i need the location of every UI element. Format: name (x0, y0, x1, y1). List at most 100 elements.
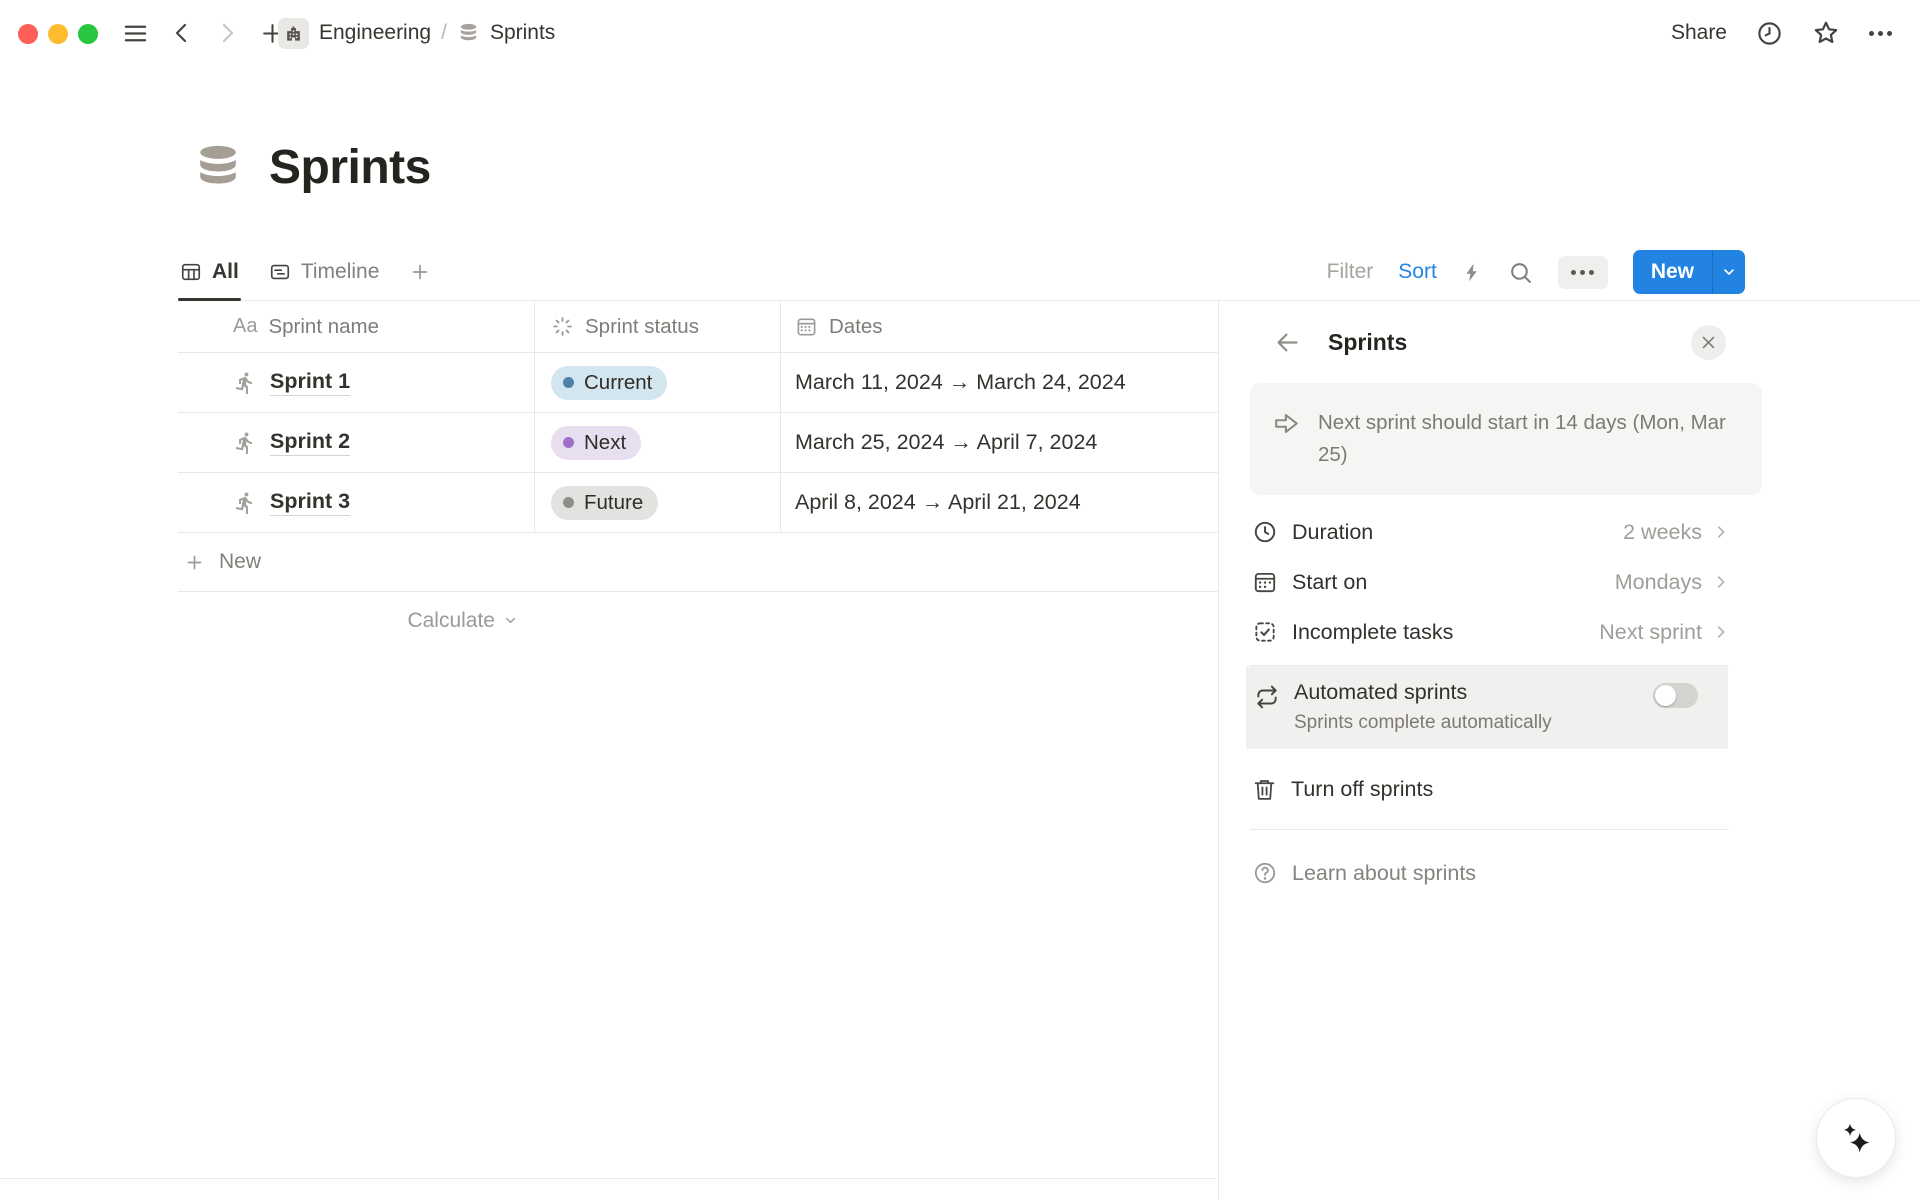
database-icon (457, 22, 480, 45)
status-dot (563, 437, 574, 448)
back-arrow-icon[interactable] (1274, 329, 1301, 356)
sprints-settings-panel: Sprints Next sprint should start in 14 d… (1218, 301, 1920, 1200)
next-sprint-notice: Next sprint should start in 14 days (Mon… (1250, 383, 1762, 495)
table-row: Sprint 1 Current March 11, 2024 → March … (178, 353, 1218, 413)
back-chevron-icon[interactable] (170, 21, 194, 45)
breadcrumb-workspace[interactable]: Engineering (319, 21, 431, 45)
text-type-icon: Aa (233, 315, 257, 338)
status-badge: Future (551, 486, 658, 520)
sidebar-menu-icon[interactable] (122, 20, 149, 47)
breadcrumb: Engineering / Sprints (278, 0, 555, 66)
view-options-icon[interactable] (1558, 256, 1608, 289)
column-header-dates[interactable]: Dates (780, 301, 1218, 352)
status-label: Current (584, 371, 652, 395)
column-header-sprint-name[interactable]: Aa Sprint name (178, 301, 534, 352)
column-label: Dates (829, 315, 883, 339)
search-icon[interactable] (1508, 260, 1533, 285)
table-view-icon (180, 261, 202, 283)
setting-value: 2 weeks (1623, 520, 1702, 545)
updates-clock-icon[interactable] (1756, 20, 1783, 47)
database-icon[interactable] (192, 142, 244, 194)
share-button[interactable]: Share (1671, 21, 1727, 45)
sprint-name-link[interactable]: Sprint 1 (270, 369, 350, 396)
close-icon[interactable] (1691, 325, 1726, 360)
titlebar-actions: Share (1671, 0, 1892, 66)
setting-duration[interactable]: Duration 2 weeks (1250, 507, 1762, 557)
zoom-window-button[interactable] (78, 24, 98, 44)
running-person-icon (233, 491, 257, 515)
breadcrumb-separator: / (441, 21, 447, 45)
date-range: March 11, 2024 → March 24, 2024 (795, 370, 1126, 395)
lightning-icon[interactable] (1462, 261, 1483, 284)
table-header-row: Aa Sprint name Sprint status Dates (178, 301, 1218, 353)
sprint-name-link[interactable]: Sprint 3 (270, 489, 350, 516)
turn-off-sprints-button[interactable]: Turn off sprints (1250, 749, 1762, 829)
panel-header: Sprints (1250, 301, 1762, 383)
notice-text: Next sprint should start in 14 days (Mon… (1318, 407, 1738, 471)
forward-chevron-icon[interactable] (215, 21, 239, 45)
chevron-right-icon (1712, 623, 1730, 641)
arrow-right-outline-icon (1272, 409, 1301, 471)
help-circle-icon (1252, 860, 1278, 886)
column-label: Sprint name (268, 315, 379, 339)
calendar-icon (1252, 569, 1278, 595)
content-bottom-divider (0, 1178, 1218, 1179)
turn-off-label: Turn off sprints (1291, 777, 1433, 802)
tab-all-label: All (212, 260, 239, 284)
trash-icon (1252, 777, 1277, 802)
sparkles-icon (1838, 1120, 1874, 1156)
more-options-icon[interactable] (1869, 31, 1892, 36)
sprint-settings: Duration 2 weeks Start on Mondays (1250, 507, 1762, 657)
calculate-label: Calculate (407, 609, 495, 633)
page-header: Sprints (192, 140, 431, 195)
minimize-window-button[interactable] (48, 24, 68, 44)
repeat-icon (1254, 684, 1280, 734)
date-range: March 25, 2024 → April 7, 2024 (795, 430, 1097, 455)
timeline-view-icon (269, 261, 291, 283)
setting-value: Next sprint (1599, 620, 1702, 645)
workspace-icon[interactable] (278, 18, 309, 49)
chevron-right-icon (1712, 523, 1730, 541)
table-row: Sprint 2 Next March 25, 2024 → April 7, … (178, 413, 1218, 473)
running-person-icon (233, 371, 257, 395)
filter-button[interactable]: Filter (1327, 260, 1374, 284)
learn-about-sprints-link[interactable]: Learn about sprints (1250, 830, 1762, 916)
column-label: Sprint status (585, 315, 699, 339)
new-button-label[interactable]: New (1633, 250, 1712, 294)
date-range: April 8, 2024 → April 21, 2024 (795, 490, 1081, 515)
close-window-button[interactable] (18, 24, 38, 44)
sort-button[interactable]: Sort (1398, 260, 1437, 284)
status-badge: Next (551, 426, 641, 460)
status-dot (563, 497, 574, 508)
table-row: Sprint 3 Future April 8, 2024 → April 21… (178, 473, 1218, 533)
new-button-dropdown[interactable] (1712, 250, 1745, 294)
automated-sprints-label: Automated sprints (1294, 680, 1552, 705)
page-title: Sprints (269, 140, 431, 195)
running-person-icon (233, 431, 257, 455)
calculate-button[interactable]: Calculate (178, 592, 534, 649)
chevron-down-icon (1721, 264, 1737, 280)
view-toolbar: All Timeline Filter Sort New (178, 244, 1920, 301)
automated-sprints-toggle[interactable] (1653, 683, 1698, 708)
automated-sprints-description: Sprints complete automatically (1294, 712, 1552, 734)
setting-start-on[interactable]: Start on Mondays (1250, 557, 1762, 607)
tab-timeline[interactable]: Timeline (267, 244, 388, 300)
new-row-button[interactable]: New (178, 533, 1218, 592)
status-label: Next (584, 431, 626, 455)
setting-value: Mondays (1615, 570, 1702, 595)
add-view-icon[interactable] (409, 261, 431, 283)
setting-incomplete-tasks[interactable]: Incomplete tasks Next sprint (1250, 607, 1762, 657)
sprint-name-link[interactable]: Sprint 2 (270, 429, 350, 456)
tab-all[interactable]: All (178, 244, 247, 300)
status-badge: Current (551, 366, 667, 400)
favorite-star-icon[interactable] (1812, 19, 1840, 47)
building-icon (284, 24, 303, 43)
column-header-sprint-status[interactable]: Sprint status (534, 301, 780, 352)
breadcrumb-page[interactable]: Sprints (490, 21, 555, 45)
chevron-right-icon (1712, 573, 1730, 591)
ai-assistant-button[interactable] (1816, 1098, 1896, 1178)
view-tabs: All Timeline (178, 244, 431, 300)
setting-label: Duration (1292, 520, 1373, 545)
automated-sprints-row[interactable]: Automated sprints Sprints complete autom… (1246, 666, 1728, 749)
window-controls (18, 24, 98, 44)
